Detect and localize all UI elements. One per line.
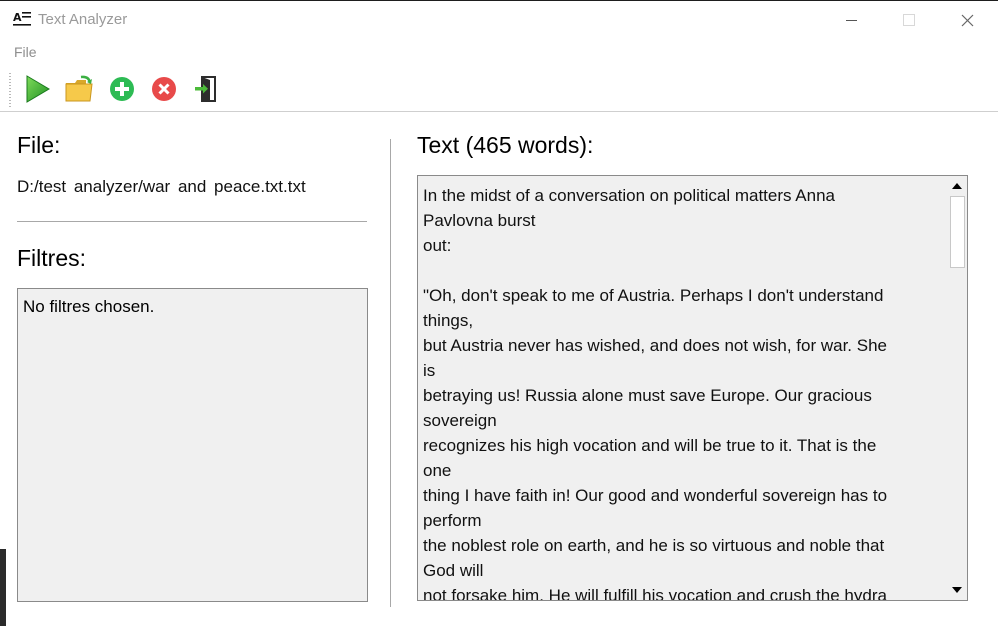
text-line: perform [423, 511, 482, 530]
background-window-edge [0, 549, 6, 626]
text-line: things, [423, 311, 474, 330]
run-button[interactable] [22, 74, 52, 104]
add-filter-button[interactable] [107, 74, 137, 104]
plus-circle-icon [110, 77, 134, 101]
text-line: God will [423, 561, 484, 580]
open-folder-button[interactable] [64, 74, 94, 104]
file-heading: File: [17, 132, 61, 158]
exit-door-icon [195, 76, 216, 102]
text-line: not forsake him. He will fulfill his voc… [423, 586, 887, 601]
close-icon [961, 14, 973, 26]
minimize-button[interactable] [822, 1, 880, 39]
filters-list[interactable]: No filtres chosen. [17, 288, 368, 602]
text-line: "Oh, don't speak to me of Austria. Perha… [423, 286, 884, 305]
text-line: one [423, 461, 452, 480]
x-circle-icon [152, 77, 176, 101]
toolbar-grip[interactable] [9, 73, 11, 107]
filters-empty-text: No filtres chosen. [23, 297, 155, 316]
menu-file[interactable]: File [14, 44, 37, 60]
text-line: betraying us! Russia alone must save Eur… [423, 386, 872, 405]
text-line: out: [423, 236, 452, 255]
text-line: In the midst of a conversation on politi… [423, 186, 836, 205]
minimize-icon [845, 19, 857, 21]
text-line: is [423, 361, 436, 380]
toolbar [0, 67, 998, 112]
text-line: Pavlovna burst [423, 211, 536, 230]
scroll-down-button[interactable] [946, 580, 967, 600]
remove-filter-button[interactable] [149, 74, 179, 104]
text-line: sovereign [423, 411, 497, 430]
text-area[interactable]: In the midst of a conversation on politi… [417, 175, 968, 601]
scroll-thumb[interactable] [950, 196, 965, 268]
section-divider [17, 221, 367, 222]
text-content: In the midst of a conversation on politi… [423, 183, 945, 601]
exit-button[interactable] [191, 74, 221, 104]
vertical-scrollbar[interactable] [946, 176, 967, 600]
panel-divider [390, 139, 391, 607]
title-bar[interactable]: A Text Analyzer [0, 1, 998, 39]
play-icon [26, 75, 50, 103]
open-folder-icon [65, 75, 93, 102]
close-button[interactable] [938, 1, 996, 39]
text-line: thing I have faith in! Our good and wond… [423, 486, 888, 505]
scroll-up-button[interactable] [946, 176, 967, 196]
text-line [423, 258, 945, 283]
app-window: A Text Analyzer File File: D:/test analy… [0, 0, 998, 626]
svg-text:A: A [13, 11, 22, 24]
text-line: recognizes his high vocation and will be… [423, 436, 877, 455]
text-line: the noblest role on earth, and he is so … [423, 536, 885, 555]
maximize-button[interactable] [880, 1, 938, 39]
app-logo-icon: A [13, 11, 31, 26]
window-title: Text Analyzer [38, 11, 128, 28]
text-line: but Austria never has wished, and does n… [423, 336, 887, 355]
maximize-icon [903, 14, 915, 26]
arrow-down-icon [951, 587, 962, 593]
file-path: D:/test analyzer/war and peace.txt.txt [17, 177, 306, 196]
filters-heading: Filtres: [17, 245, 86, 271]
menu-bar: File [0, 41, 998, 63]
text-heading: Text (465 words): [417, 132, 594, 158]
arrow-up-icon [951, 183, 962, 189]
